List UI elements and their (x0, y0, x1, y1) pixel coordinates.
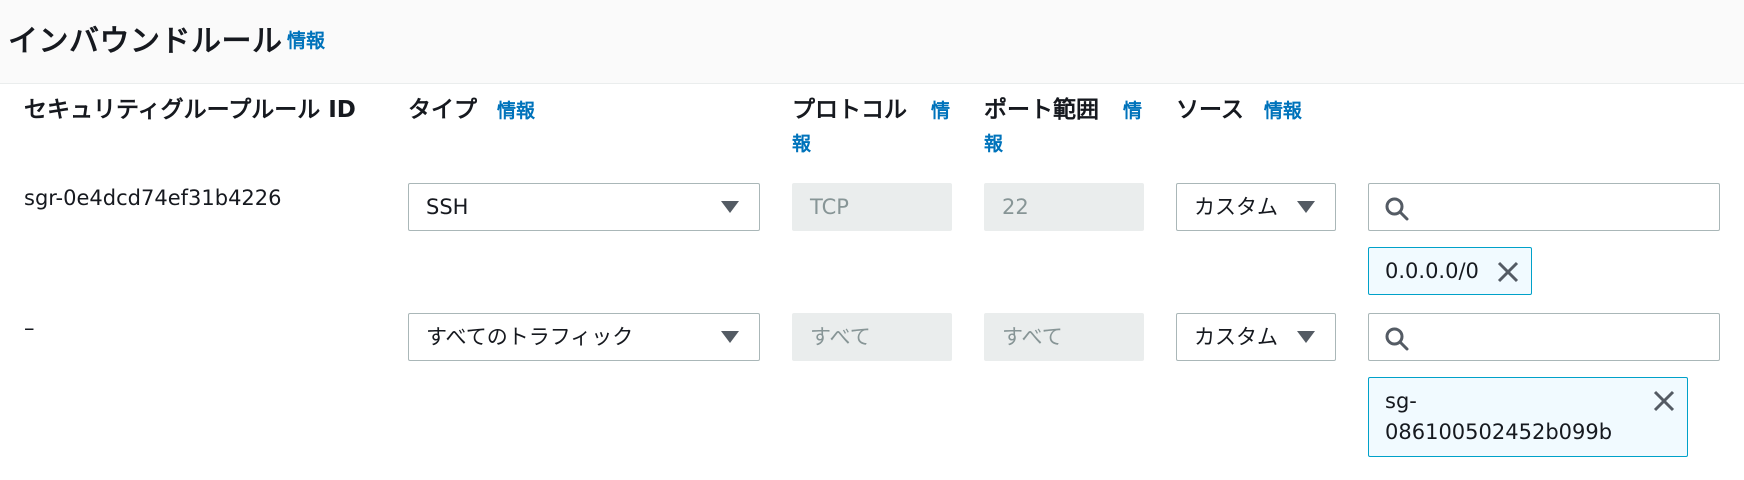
search-icon (1385, 327, 1409, 351)
source-select[interactable]: カスタム (1176, 313, 1336, 361)
column-label: ポート範囲 (984, 97, 1099, 123)
source-select-value: カスタム (1194, 325, 1278, 349)
token-label: 0.0.0.0/0 (1385, 259, 1479, 283)
token-label: sg- (1385, 389, 1417, 413)
source-select[interactable]: カスタム (1176, 183, 1336, 231)
rule-id: sgr-0e4dcd74ef31b4226 (24, 186, 282, 210)
close-icon[interactable] (1653, 390, 1675, 412)
caret-down-icon (721, 331, 739, 343)
column-label: タイプ (408, 97, 477, 123)
info-link[interactable]: 情報 (1264, 100, 1302, 122)
column-header-protocol: プロトコル 情報 (792, 94, 952, 160)
column-label: セキュリティグループルール ID (24, 97, 356, 123)
caret-down-icon (721, 201, 739, 213)
info-link[interactable]: 情報 (287, 26, 325, 53)
port-range-field: 22 (984, 183, 1144, 231)
source-token: sg- 086100502452b099b (1368, 377, 1688, 457)
protocol-field: すべて (792, 313, 952, 361)
type-select-value: SSH (426, 195, 469, 219)
column-header-port-range: ポート範囲 情報 (984, 94, 1144, 160)
source-search-input[interactable] (1368, 313, 1720, 361)
port-range-field: すべて (984, 313, 1144, 361)
column-label: ソース (1176, 97, 1244, 123)
caret-down-icon (1297, 201, 1315, 213)
search-icon (1385, 197, 1409, 221)
protocol-field: TCP (792, 183, 952, 231)
column-header-rule-id: セキュリティグループルール ID (24, 94, 356, 126)
close-icon[interactable] (1497, 261, 1519, 283)
section-title: インバウンドルール (8, 24, 283, 59)
section-header: インバウンドルール 情報 (0, 0, 1744, 84)
source-select-value: カスタム (1194, 195, 1278, 219)
source-search-input[interactable] (1368, 183, 1720, 231)
column-label: プロトコル (792, 97, 907, 123)
column-header-type: タイプ 情報 (408, 94, 535, 127)
type-select-value: すべてのトラフィック (426, 325, 634, 349)
type-select[interactable]: すべてのトラフィック (408, 313, 760, 361)
rule-id: – (24, 316, 35, 340)
caret-down-icon (1297, 331, 1315, 343)
column-header-source: ソース 情報 (1176, 94, 1302, 127)
type-select[interactable]: SSH (408, 183, 760, 231)
info-link[interactable]: 情報 (497, 100, 535, 122)
token-label: 086100502452b099b (1385, 420, 1613, 444)
source-token: 0.0.0.0/0 (1368, 247, 1532, 295)
